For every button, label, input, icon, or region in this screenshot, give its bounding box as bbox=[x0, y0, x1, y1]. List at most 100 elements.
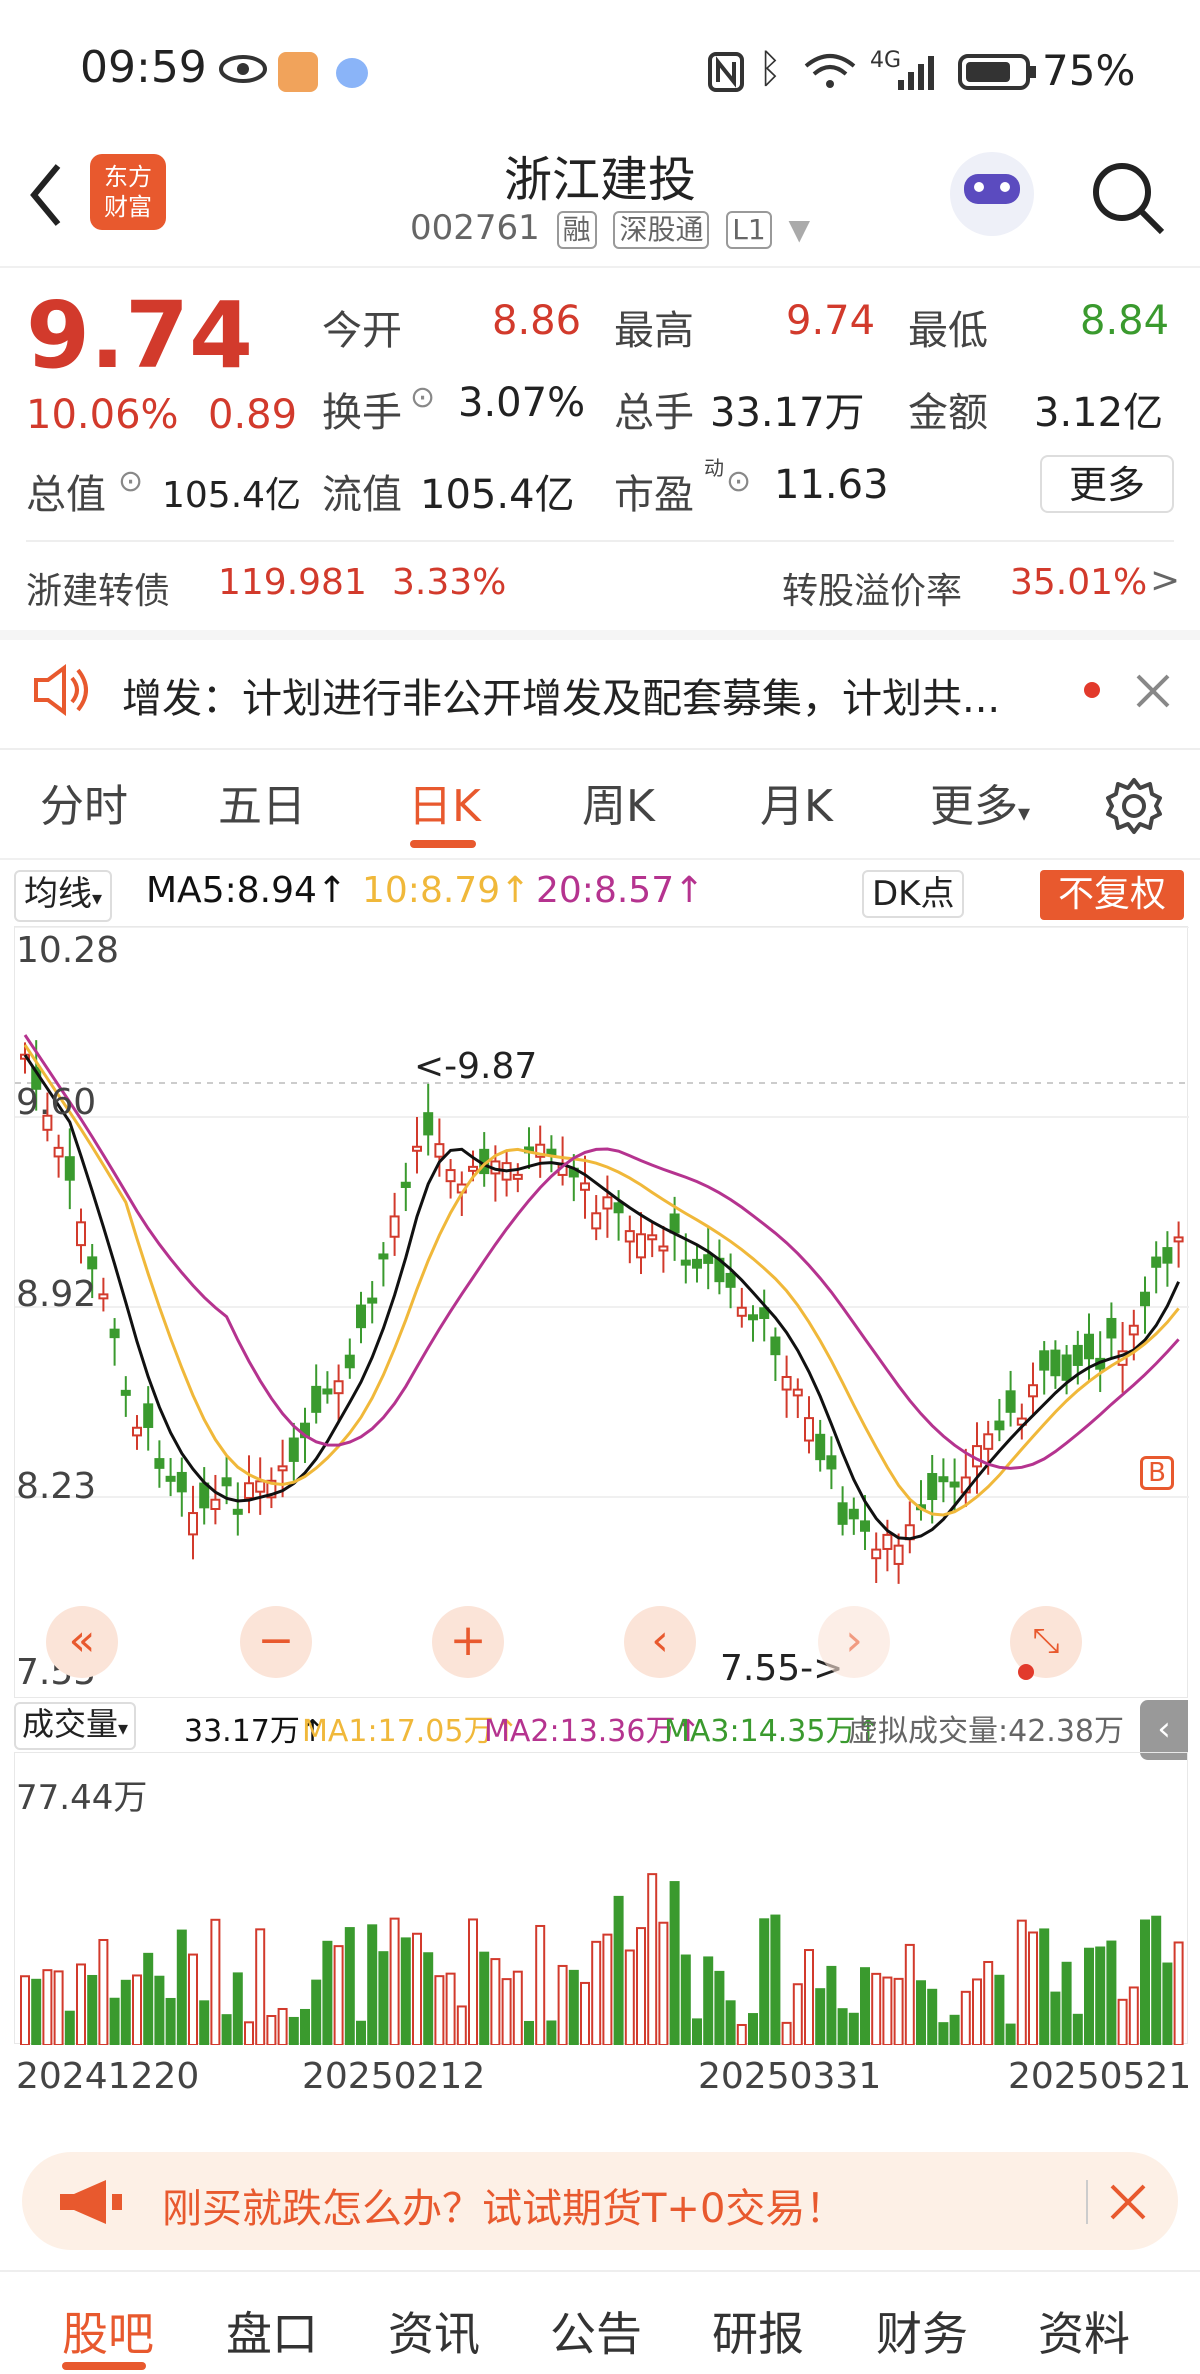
gear-icon[interactable] bbox=[1104, 776, 1164, 836]
bond-price: 119.981 bbox=[218, 562, 367, 603]
dk-button[interactable]: DK点 bbox=[862, 870, 965, 918]
volume-bar bbox=[423, 1952, 434, 2045]
alert-dot bbox=[1018, 1664, 1034, 1680]
scroll-right-icon[interactable]: › bbox=[818, 1606, 890, 1678]
status-bar: 09:59 ᛒ 4G 75% bbox=[0, 0, 1200, 140]
nav-finance[interactable]: 财务 bbox=[876, 2298, 968, 2364]
candle bbox=[736, 1306, 747, 1317]
y-label-3: 8.92 bbox=[16, 1274, 97, 1315]
volume-bar bbox=[938, 2022, 949, 2045]
candle bbox=[815, 1433, 826, 1461]
ma10-legend: 10:8.79↑ bbox=[362, 870, 531, 911]
close-icon[interactable] bbox=[1134, 672, 1172, 710]
volume-bar bbox=[983, 1960, 994, 2045]
candle bbox=[893, 1544, 904, 1565]
volume-bar bbox=[31, 1978, 42, 2045]
open-label: 今开 bbox=[322, 308, 402, 354]
tab-more[interactable]: 更多▾ bbox=[930, 770, 1030, 834]
tag-margin: 融 bbox=[556, 211, 597, 249]
candle bbox=[1005, 1390, 1016, 1413]
more-button[interactable]: 更多 bbox=[1040, 455, 1174, 513]
volume-bar bbox=[725, 2000, 736, 2045]
volume-bar bbox=[770, 1914, 781, 2045]
volume-bar bbox=[277, 2007, 288, 2045]
candle bbox=[76, 1221, 86, 1247]
candle bbox=[826, 1455, 837, 1470]
candle bbox=[434, 1143, 445, 1158]
volume-bar bbox=[546, 2020, 557, 2045]
volume-bar bbox=[972, 1978, 982, 2045]
tab-intraday[interactable]: 分时 bbox=[40, 770, 128, 834]
candle bbox=[1106, 1317, 1117, 1339]
bond-name[interactable]: 浙建转债 bbox=[26, 562, 170, 614]
volume-bar bbox=[456, 2005, 467, 2045]
candle bbox=[1173, 1236, 1184, 1243]
battery-icon bbox=[958, 54, 1036, 90]
candle bbox=[210, 1498, 221, 1511]
tab-five-day[interactable]: 五日 bbox=[218, 770, 306, 834]
tab-weekly-k[interactable]: 周K bbox=[582, 770, 655, 834]
candle bbox=[87, 1256, 98, 1270]
robot-assistant-avatar[interactable] bbox=[950, 152, 1034, 236]
scroll-left-icon[interactable]: ‹ bbox=[624, 1606, 696, 1678]
tab-daily-k[interactable]: 日K bbox=[408, 770, 481, 834]
candle bbox=[725, 1272, 736, 1288]
chevron-right-icon[interactable]: > bbox=[1150, 560, 1180, 601]
collapse-panel-icon[interactable]: ‹ bbox=[1140, 1700, 1188, 1760]
volume-bar bbox=[412, 1932, 422, 2045]
notice-text[interactable]: 增发：计划进行非公开增发及配套募集，计划共... bbox=[122, 666, 1000, 724]
bottom-nav-active-indicator bbox=[62, 2362, 146, 2370]
candle bbox=[692, 1258, 702, 1269]
candle bbox=[770, 1336, 781, 1356]
close-icon[interactable] bbox=[1108, 2182, 1148, 2222]
nav-pankou[interactable]: 盘口 bbox=[226, 2298, 318, 2364]
ma-selector[interactable]: 均线▾ bbox=[14, 870, 113, 922]
volume-bar bbox=[76, 1963, 86, 2045]
volume-bar bbox=[154, 1975, 165, 2045]
volume-bar bbox=[266, 2015, 277, 2045]
candle bbox=[1128, 1324, 1139, 1336]
kline-chart[interactable] bbox=[14, 926, 1189, 1698]
nav-research[interactable]: 研报 bbox=[712, 2298, 804, 2364]
adjust-button[interactable]: 不复权 bbox=[1040, 870, 1184, 920]
zoom-out-icon[interactable]: − bbox=[240, 1606, 312, 1678]
volume-bar bbox=[871, 1972, 882, 2045]
info-icon[interactable]: ⊙ bbox=[118, 464, 143, 499]
ma20-legend: 20:8.57↑ bbox=[536, 870, 705, 911]
nav-guba[interactable]: 股吧 bbox=[62, 2298, 154, 2364]
info-icon[interactable]: ⊙ bbox=[726, 464, 751, 499]
volume-bar bbox=[199, 2000, 210, 2045]
nav-news[interactable]: 资讯 bbox=[388, 2298, 480, 2364]
search-icon[interactable] bbox=[1088, 158, 1168, 238]
zoom-in-icon[interactable]: + bbox=[432, 1606, 504, 1678]
volume-chart[interactable] bbox=[14, 1752, 1188, 2045]
volume-bar bbox=[479, 1951, 490, 2045]
volume-bar bbox=[1106, 1940, 1117, 2045]
current-price: 9.74 bbox=[26, 282, 253, 389]
volume-bar bbox=[221, 2014, 232, 2045]
candle bbox=[781, 1375, 792, 1391]
vol-max-label: 77.44万 bbox=[16, 1778, 148, 1818]
candle bbox=[120, 1389, 131, 1396]
volume-bar bbox=[837, 2008, 848, 2045]
volume-bar bbox=[781, 2021, 792, 2045]
indicator-selector[interactable]: 成交量▾ bbox=[14, 1702, 137, 1750]
candle bbox=[848, 1508, 859, 1520]
volume-bar bbox=[1117, 1998, 1128, 2045]
candle bbox=[882, 1533, 893, 1550]
buy-point-marker[interactable]: B bbox=[1140, 1456, 1174, 1490]
tab-monthly-k[interactable]: 月K bbox=[760, 770, 833, 834]
nav-announcements[interactable]: 公告 bbox=[550, 2298, 642, 2364]
promo-banner[interactable]: 刚买就跌怎么办？试试期货T+0交易！ bbox=[22, 2152, 1178, 2250]
candle bbox=[232, 1508, 243, 1515]
high-value: 9.74 bbox=[786, 298, 876, 344]
volume-bar bbox=[333, 1945, 344, 2045]
scroll-left-fast-icon[interactable]: « bbox=[46, 1606, 118, 1678]
chevron-down-icon[interactable]: ▼ bbox=[789, 213, 811, 246]
candle bbox=[154, 1458, 165, 1469]
volume-bar bbox=[960, 1990, 971, 2045]
candle bbox=[221, 1477, 232, 1487]
candle bbox=[938, 1476, 949, 1483]
nav-profile[interactable]: 资料 bbox=[1038, 2298, 1130, 2364]
info-icon[interactable]: ⊙ bbox=[410, 380, 435, 415]
